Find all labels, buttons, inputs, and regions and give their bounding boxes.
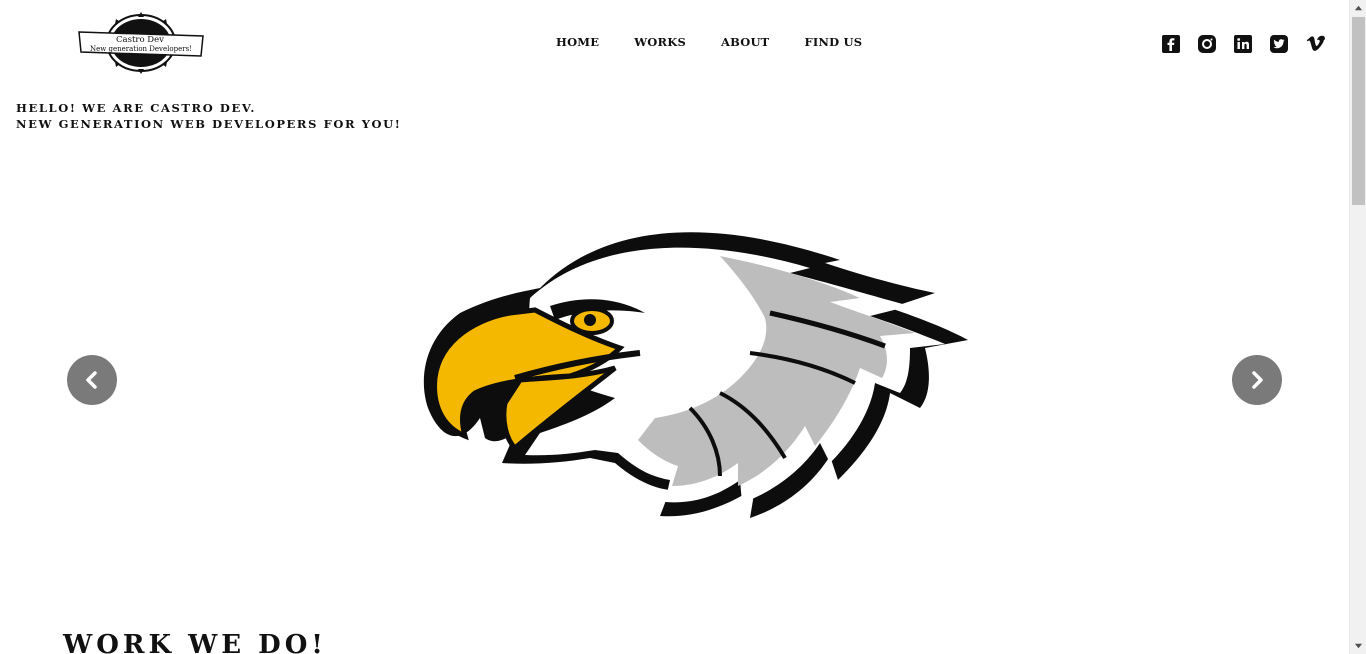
nav-find-us[interactable]: FIND US [804, 35, 862, 49]
tagline-line-2: NEW GENERATION WEB DEVELOPERS FOR YOU! [16, 117, 402, 131]
facebook-icon[interactable] [1161, 34, 1181, 54]
tagline-line-1: HELLO! WE ARE CASTRO DEV. [16, 101, 256, 115]
chevron-right-icon [1252, 371, 1263, 389]
carousel-next-button[interactable] [1232, 355, 1282, 405]
arrow-up-icon [1354, 5, 1363, 11]
arrow-down-icon [1354, 643, 1363, 649]
nav-home[interactable]: HOME [556, 35, 599, 49]
nav-works[interactable]: WORKS [634, 35, 686, 49]
scroll-down-button[interactable] [1350, 637, 1366, 654]
page: Castro Dev New generation Developers! HO… [0, 0, 1349, 654]
site-logo[interactable]: Castro Dev New generation Developers! [76, 12, 206, 74]
social-links [1161, 34, 1341, 54]
nav-about[interactable]: ABOUT [721, 35, 769, 49]
scrollbar-thumb[interactable] [1352, 17, 1365, 205]
twitter-icon[interactable] [1269, 34, 1289, 54]
hero-carousel [0, 150, 1349, 590]
scroll-up-button[interactable] [1350, 0, 1366, 17]
instagram-icon[interactable] [1197, 34, 1217, 54]
logo-text-line2: New generation Developers! [90, 45, 192, 53]
hero-tagline: HELLO! WE ARE CASTRO DEV. NEW GENERATION… [16, 100, 401, 132]
works-section-title: WORK WE DO! [63, 630, 327, 654]
logo-text-line1: Castro Dev [116, 35, 164, 45]
carousel-prev-button[interactable] [67, 355, 117, 405]
linkedin-icon[interactable] [1233, 34, 1253, 54]
page-scrollbar[interactable] [1349, 0, 1366, 654]
main-nav: HOME WORKS ABOUT FIND US [556, 35, 897, 49]
vimeo-icon[interactable] [1305, 34, 1325, 54]
chevron-left-icon [86, 371, 97, 389]
eagle-head-image [420, 218, 970, 522]
